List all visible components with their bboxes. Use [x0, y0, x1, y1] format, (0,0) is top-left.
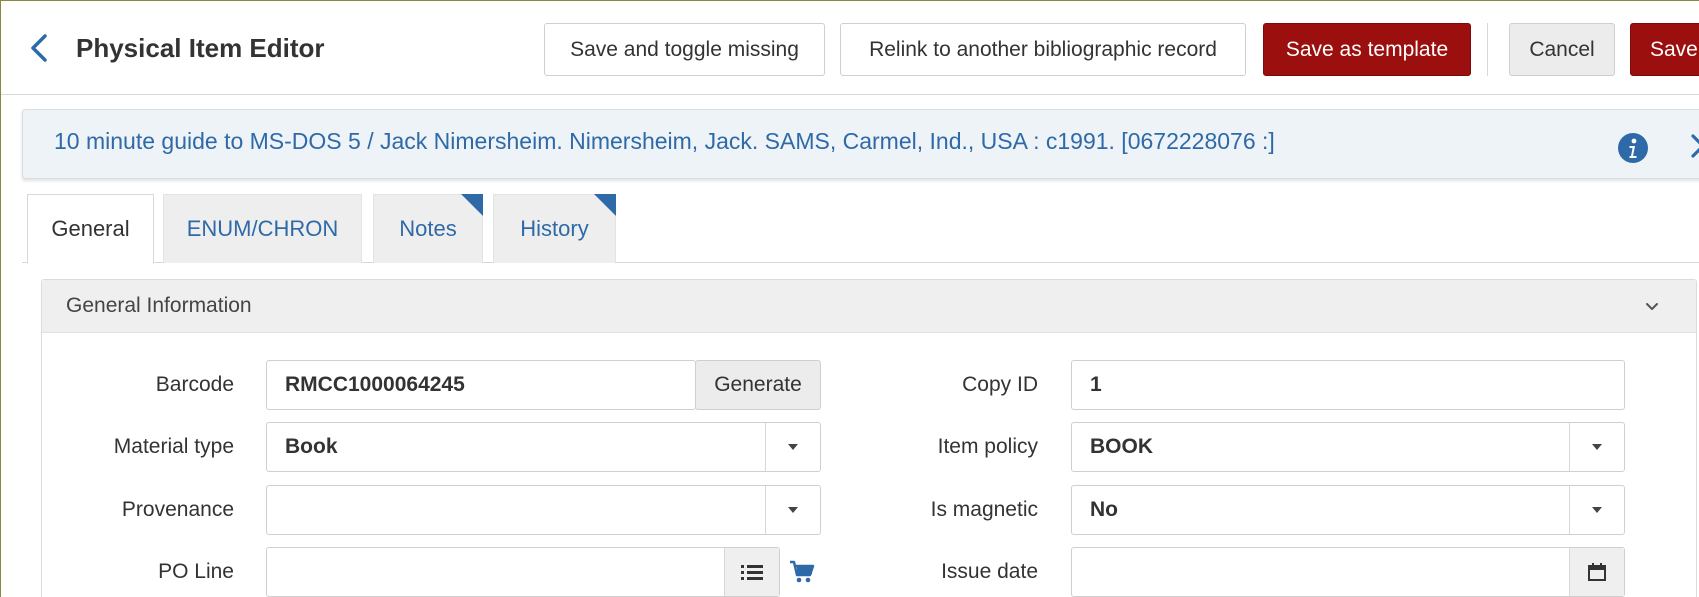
chevron-right-icon[interactable] — [1689, 130, 1699, 162]
item-policy-value: BOOK — [1090, 435, 1153, 458]
tab-enum-chron[interactable]: ENUM/CHRON — [163, 194, 362, 263]
section-title: General Information — [66, 294, 252, 317]
tab-notes[interactable]: Notes — [373, 194, 483, 263]
tab-general[interactable]: General — [27, 194, 154, 264]
save-as-template-button[interactable]: Save as template — [1263, 23, 1471, 76]
copy-id-value: 1 — [1090, 373, 1102, 396]
tab-label: General — [51, 216, 130, 241]
material-type-label: Material type — [113, 435, 234, 458]
save-and-toggle-missing-button[interactable]: Save and toggle missing — [544, 23, 825, 76]
save-button[interactable]: Save — [1630, 23, 1699, 76]
physical-item-editor-page: Physical Item Editor Save and toggle mis… — [0, 0, 1699, 597]
header-divider — [1487, 23, 1488, 76]
po-line-label: PO Line — [158, 560, 234, 583]
barcode-label: Barcode — [155, 373, 234, 396]
calendar-icon[interactable] — [1569, 548, 1624, 596]
shopping-cart-icon[interactable] — [789, 560, 815, 584]
relink-bibliographic-record-button[interactable]: Relink to another bibliographic record — [840, 23, 1246, 76]
cancel-button[interactable]: Cancel — [1509, 23, 1615, 76]
info-circle-icon[interactable] — [1617, 132, 1649, 164]
chevron-down-icon[interactable] — [1642, 296, 1662, 316]
tab-history[interactable]: History — [493, 194, 616, 263]
material-type-select[interactable]: Book — [266, 422, 821, 472]
tab-label: History — [520, 216, 589, 241]
is-magnetic-label: Is magnetic — [930, 498, 1038, 521]
copy-id-label: Copy ID — [962, 373, 1038, 396]
is-magnetic-select[interactable]: No — [1071, 485, 1625, 535]
item-policy-label: Item policy — [937, 435, 1038, 458]
caret-down-icon[interactable] — [765, 486, 820, 534]
issue-date-field[interactable] — [1071, 547, 1625, 597]
bibliographic-record-bar: 10 minute guide to MS-DOS 5 / Jack Nimer… — [22, 109, 1699, 179]
material-type-value: Book — [285, 435, 338, 458]
barcode-value: RMCC1000064245 — [285, 373, 465, 396]
page-header: Physical Item Editor Save and toggle mis… — [1, 1, 1699, 95]
chevron-left-icon[interactable] — [27, 31, 51, 65]
barcode-field[interactable]: RMCC1000064245 — [266, 360, 696, 410]
caret-down-icon[interactable] — [1569, 423, 1624, 471]
generate-barcode-button[interactable]: Generate — [695, 360, 821, 410]
list-icon[interactable] — [724, 548, 779, 596]
caret-down-icon[interactable] — [765, 423, 820, 471]
provenance-select[interactable] — [266, 485, 821, 535]
issue-date-label: Issue date — [941, 560, 1038, 583]
tab-label: Notes — [399, 216, 457, 241]
page-title: Physical Item Editor — [76, 33, 325, 63]
content-indicator-icon — [461, 194, 483, 216]
item-policy-select[interactable]: BOOK — [1071, 422, 1625, 472]
content-indicator-icon — [594, 194, 616, 216]
provenance-label: Provenance — [121, 498, 234, 521]
record-title-link[interactable]: 10 minute guide to MS-DOS 5 / Jack Nimer… — [54, 128, 1275, 155]
caret-down-icon[interactable] — [1569, 486, 1624, 534]
section-header[interactable]: General Information — [42, 280, 1696, 333]
copy-id-field[interactable]: 1 — [1071, 360, 1625, 410]
po-line-field[interactable] — [266, 547, 780, 597]
is-magnetic-value: No — [1090, 498, 1118, 521]
tab-label: ENUM/CHRON — [186, 216, 339, 241]
